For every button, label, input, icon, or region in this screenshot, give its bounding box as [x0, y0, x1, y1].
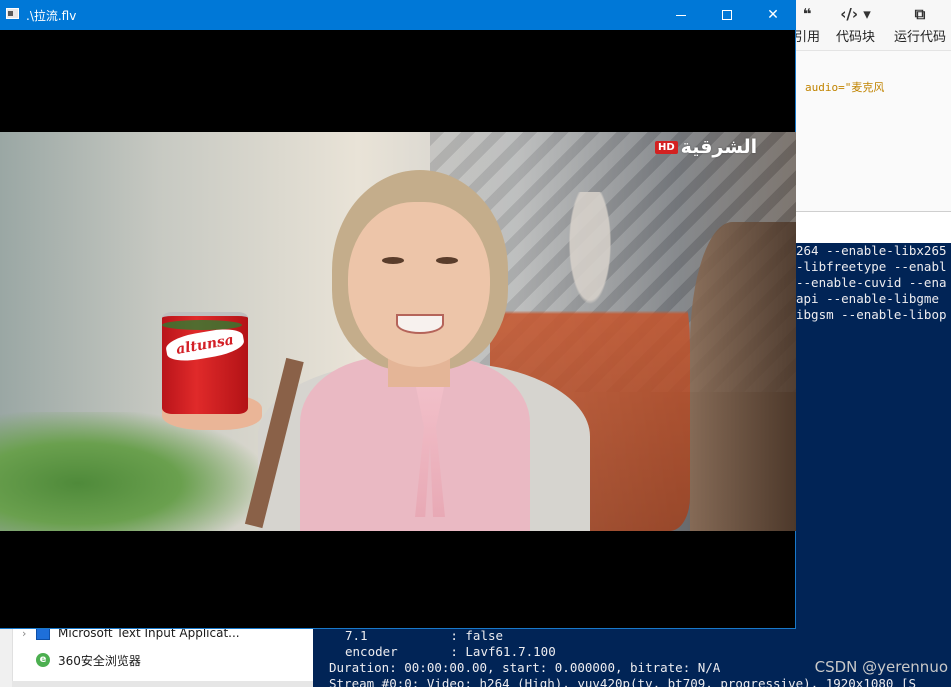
console-line: ibgsm --enable-libop: [796, 307, 947, 322]
console-line: --enable-cuvid --ena: [796, 275, 947, 290]
close-button[interactable]: ✕: [750, 0, 796, 30]
tomato-paste-can: altunsa: [162, 312, 248, 414]
horizontal-scrollbar[interactable]: [12, 681, 313, 687]
window-title: .\拉流.flv: [26, 9, 77, 23]
quote-label: 引用: [794, 30, 821, 45]
foreground-blur: [690, 222, 796, 531]
eye: [382, 257, 404, 264]
minimize-icon: [676, 14, 686, 16]
title-bar[interactable]: .\拉流.flv ✕: [0, 0, 796, 30]
browser-360-icon: e: [36, 653, 50, 667]
console-bottom[interactable]: 7.1 : false encoder : Lavf61.7.100 Durat…: [313, 628, 951, 687]
maximize-icon: [722, 10, 732, 20]
can-leaves: [162, 320, 242, 330]
smile: [396, 314, 444, 334]
quote-button[interactable]: ❝ 引用: [794, 4, 820, 48]
explorer-gutter: [0, 628, 13, 687]
explorer-panel: › Microsoft Text Input Applicat... e 360…: [0, 626, 313, 687]
channel-name: الشرقية: [680, 136, 758, 158]
code-block-label: 代码块: [836, 30, 876, 45]
eye: [436, 257, 458, 264]
video-player-window: .\拉流.flv ✕ altunsa HD الشرقية: [0, 0, 796, 629]
player-app-icon[interactable]: [6, 8, 19, 19]
woman-face: [348, 202, 490, 367]
editor-code-area[interactable]: audio="麦克风: [796, 51, 951, 211]
console-line: 264 --enable-libx265: [796, 243, 947, 258]
minimize-button[interactable]: [658, 0, 704, 30]
console-line: Stream #0:0: Video: h264 (High), yuv420p…: [329, 676, 916, 687]
editor-divider: [796, 211, 951, 245]
console-line: api --enable-libgme: [796, 291, 939, 306]
csdn-watermark: CSDN @yerennuo: [814, 658, 948, 676]
code-line: audio="麦克风: [805, 81, 885, 94]
code-block-button[interactable]: ‹/› ▾ 代码块: [836, 4, 875, 48]
video-frame[interactable]: altunsa HD الشرقية: [0, 132, 796, 531]
run-code-label: 运行代码: [894, 30, 947, 45]
console-line: 7.1 : false: [345, 628, 504, 643]
editor-toolbar: ❝ 引用 ‹/› ▾ 代码块 ⧉ 运行代码: [794, 0, 951, 51]
channel-logo: HD الشرقية: [655, 135, 757, 159]
maximize-button[interactable]: [704, 0, 750, 30]
console-right[interactable]: 264 --enable-libx265 -libfreetype --enab…: [796, 243, 951, 628]
console-line: -libfreetype --enabl: [796, 259, 947, 274]
product-logo: altunsa: [164, 325, 246, 365]
close-icon: ✕: [767, 7, 779, 23]
code-block-icon: ‹/› ▾: [840, 5, 871, 23]
hd-badge: HD: [655, 140, 678, 154]
run-code-button[interactable]: ⧉ 运行代码: [894, 4, 946, 48]
list-item-label: 360安全浏览器: [58, 653, 141, 668]
run-code-icon: ⧉: [914, 5, 926, 23]
list-item[interactable]: e 360安全浏览器: [22, 649, 141, 671]
quote-icon: ❝: [802, 5, 812, 23]
